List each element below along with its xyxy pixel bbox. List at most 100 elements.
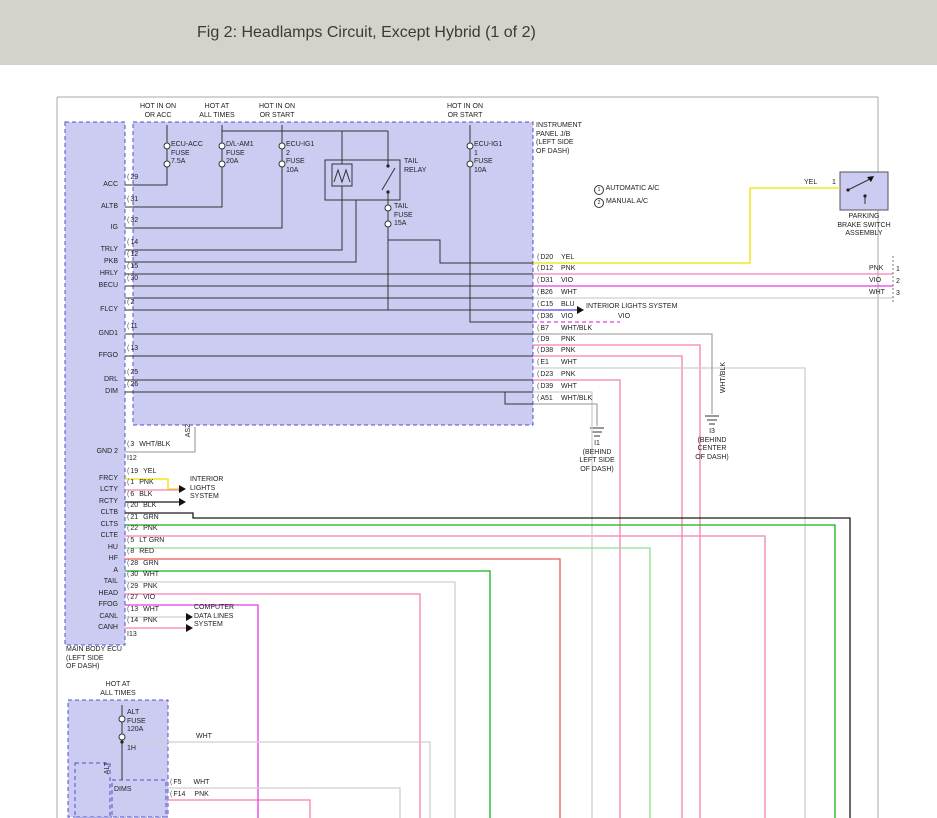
- legend-manual-ac: 2 MANUAL A/C: [594, 198, 648, 208]
- ecu-pin-name: A: [78, 567, 118, 576]
- ecu-pin-number: 29: [127, 174, 138, 183]
- connector-f5-id: F5: [173, 779, 181, 786]
- fuse-label-ecu-ig1-1: ECU-IG1 1 FUSE 10A: [474, 141, 502, 175]
- ground-i3-label: I3 (BEHIND CENTER OF DASH): [695, 428, 728, 462]
- ecu-pin-name: HU: [78, 544, 118, 553]
- ecu-pin-name: CLTE: [78, 532, 118, 541]
- power-label-all-times-2: HOT AT ALL TIMES: [100, 681, 135, 698]
- fuse-label-ecu-ig1-2: ECU-IG1 2 FUSE 10A: [286, 141, 314, 175]
- interior-lights-right-arrow: [577, 306, 584, 314]
- edge-pin-number: 2: [896, 278, 900, 287]
- connector-f14: F14PNK: [170, 791, 209, 800]
- wire-color-label: PNK: [143, 525, 157, 532]
- ecu-pin-number: 31: [127, 196, 138, 205]
- ecu-pin-name: FFOG: [78, 601, 118, 610]
- wire-color-label: YEL: [561, 254, 574, 263]
- ecu-pin-number: 2: [127, 299, 134, 308]
- interior-lights-right-label: INTERIOR LIGHTS SYSTEM: [586, 303, 677, 312]
- wire-color-label: RED: [139, 548, 154, 555]
- ecu-pin-number: 14: [130, 617, 138, 624]
- jb-connector-id: D39: [537, 383, 553, 392]
- fuse-label-dl-am1: D/L-AM1 FUSE 20A: [226, 141, 254, 167]
- ecu-pin-number-color: 21 GRN: [127, 514, 159, 523]
- ecu-pin-name: CANH: [78, 624, 118, 633]
- power-label-start-2: HOT IN ON OR START: [447, 103, 483, 120]
- alt-wht-wire-label: WHT: [196, 733, 212, 742]
- ecu-pin-number: 19: [130, 468, 138, 475]
- ecu-pin-number-color: 6BLK: [127, 491, 152, 500]
- ecu-pin-number: 15: [127, 263, 138, 272]
- ecu-pin-number-color: 20BLK: [127, 502, 156, 511]
- ecu-pin-name: GND1: [78, 330, 118, 339]
- computer-data-arrow-1: [186, 613, 193, 621]
- ecu-pin-number: 28: [130, 560, 138, 567]
- ecu-pin-number: 1: [130, 479, 134, 486]
- parking-switch-pin-1: 1: [832, 179, 836, 188]
- jb-connector-id: D9: [537, 336, 549, 345]
- ecu-pin-number: 6: [130, 491, 134, 498]
- wire-black: [125, 502, 850, 818]
- wire-color-label: WHT/BLK: [139, 441, 170, 448]
- ecu-pin-number-color: 30WHT: [127, 571, 159, 580]
- ecu-pin-name: GND 2: [78, 448, 118, 457]
- jb-connector-id: A51: [537, 395, 553, 404]
- connector-f5-color: WHT: [194, 779, 210, 786]
- ecu-pin-number: 8: [130, 548, 134, 555]
- ecu-pin-number: 29: [130, 583, 138, 590]
- connector-f5: F5 WHT: [170, 779, 209, 788]
- instrument-jb-label: INSTRUMENT PANEL J/B (LEFT SIDE OF DASH): [536, 122, 582, 156]
- ecu-pin-name: CANL: [78, 613, 118, 622]
- jb-connector-id: D20: [537, 254, 553, 263]
- parking-brake-label: PARKING BRAKE SWITCH ASSEMBLY: [837, 213, 890, 239]
- ecu-pin-name: RCTY: [78, 498, 118, 507]
- ecu-pin-number: 21: [130, 514, 138, 521]
- edge-pin-number: 1: [896, 266, 900, 275]
- wire-color-label: PNK: [561, 265, 575, 274]
- ecu-pin-name: PKB: [78, 258, 118, 267]
- ecu-pin-number-color: 19YEL: [127, 468, 156, 477]
- wire-color-label: PNK: [561, 336, 575, 345]
- power-label-acc: HOT IN ON OR ACC: [140, 103, 176, 120]
- wire-light-green: [125, 548, 650, 818]
- ecu-pin-number-color: 14PNK: [127, 617, 158, 626]
- ecu-pin-number-color: 8 RED: [127, 548, 154, 557]
- ecu-pin-name: CLTS: [78, 521, 118, 530]
- ecu-pin-number: 32: [127, 217, 138, 226]
- jb-connector-id: D38: [537, 347, 553, 356]
- fuse-label-ecu-acc: ECU-ACC FUSE 7.5A: [171, 141, 203, 167]
- ecu-pin-name: HRLY: [78, 270, 118, 279]
- wire-color-label: LT GRN: [139, 537, 164, 544]
- legend-automatic-ac: 1 AUTOMATIC A/C: [594, 185, 659, 195]
- ecu-pin-number-color: 3WHT/BLK: [127, 441, 170, 450]
- wire-green: [125, 525, 835, 818]
- edge-pin-number: 3: [896, 290, 900, 299]
- wire-color-label: GRN: [143, 514, 159, 521]
- ecu-pin-name: FLCY: [78, 306, 118, 315]
- ecu-pin-number-color: 22PNK: [127, 525, 158, 534]
- ecu-pin-name: FRCY: [78, 475, 118, 484]
- interior-lights-arrow-1: [179, 485, 186, 493]
- power-label-start-1: HOT IN ON OR START: [259, 103, 295, 120]
- ecu-pin-number-color: 28GRN: [127, 560, 159, 569]
- wire-color-label: PNK: [143, 583, 157, 590]
- alternator-label: ALT: [104, 762, 113, 774]
- wire-color-label: PNK: [561, 371, 575, 380]
- ecu-pin-number: 11: [127, 323, 138, 332]
- connector-1h: 1H: [127, 745, 136, 754]
- power-label-all-times: HOT AT ALL TIMES: [199, 103, 234, 120]
- ecu-pin-number: 20: [130, 502, 138, 509]
- wire-color-label: PNK: [561, 347, 575, 356]
- legend-automatic-ac-text: AUTOMATIC A/C: [606, 185, 660, 192]
- connector-f14-id: F14: [173, 791, 185, 798]
- wire-color-label: WHT/BLK: [561, 325, 592, 334]
- ecu-pin-name: IG: [78, 224, 118, 233]
- ecu-pin-number-color: 13WHT: [127, 606, 159, 615]
- ecu-pin-name: ACC: [78, 181, 118, 190]
- wire-color-label: BLU: [561, 301, 575, 310]
- ecu-pin-name: TRLY: [78, 246, 118, 255]
- dims-label: DIMS: [114, 786, 132, 795]
- interior-lights-arrow-2: [179, 498, 186, 506]
- wire-color-label: WHT: [143, 571, 159, 578]
- connector-as2: AS2: [185, 424, 194, 437]
- wiring-diagram: HOT IN ON OR ACC HOT AT ALL TIMES HOT IN…: [0, 0, 937, 818]
